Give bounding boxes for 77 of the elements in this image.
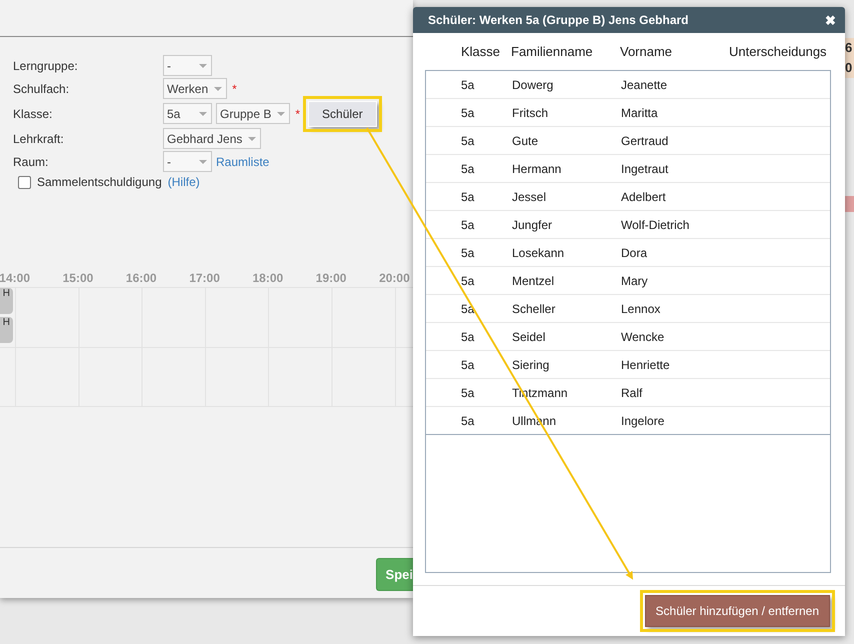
hour-label: 19:00 bbox=[314, 271, 348, 285]
background-text: 6 bbox=[845, 38, 854, 58]
table-cell-text: Fritsch bbox=[512, 106, 549, 120]
caret-icon bbox=[214, 86, 222, 90]
hour-label: 20:00 bbox=[378, 271, 411, 285]
room-list-link[interactable]: Raumliste bbox=[216, 154, 270, 168]
field-label: Schulfach: bbox=[13, 82, 70, 96]
field-label: Raum: bbox=[13, 154, 50, 168]
select-field[interactable]: - bbox=[163, 151, 212, 172]
table-cell-text: Ralf bbox=[621, 386, 644, 400]
table-cell-text: Scheller bbox=[512, 302, 556, 316]
table-cell-text: Wencke bbox=[621, 330, 666, 344]
caret-icon bbox=[199, 160, 207, 164]
select-field[interactable]: - bbox=[163, 55, 212, 76]
table-cell-text: 5a bbox=[460, 78, 476, 92]
field-label: Klasse: bbox=[13, 106, 54, 120]
background-text: 0 bbox=[845, 58, 854, 78]
checkbox-label: Sammelentschuldigung bbox=[37, 175, 162, 189]
table-cell-text: 5a bbox=[460, 330, 476, 344]
select-field[interactable]: 5a bbox=[163, 103, 212, 124]
table-cell-text: Ingelore bbox=[621, 414, 666, 428]
hour-label: 18:00 bbox=[251, 271, 284, 285]
table-cell-text: 5a bbox=[460, 190, 476, 204]
field-label: Lerngruppe: bbox=[13, 58, 79, 72]
table-cell-text: Dowerg bbox=[512, 78, 554, 92]
hour-label: 14:00 bbox=[0, 271, 31, 285]
table-cell-text: Siering bbox=[512, 358, 550, 372]
column-header: Unterscheidungs bbox=[729, 44, 828, 59]
table-cell-text: Mary bbox=[621, 274, 649, 288]
select-field[interactable]: Werken bbox=[163, 78, 228, 99]
table-cell-text: Jessel bbox=[512, 190, 548, 204]
dialog-title: Schüler: Werken 5a (Gruppe B) Jens Gebhard bbox=[428, 13, 689, 27]
select-field[interactable]: Gebhard Jens bbox=[163, 128, 262, 149]
field-label: Lehrkraft: bbox=[13, 132, 65, 146]
caret-icon bbox=[248, 136, 256, 140]
caret-icon bbox=[277, 112, 286, 116]
table-cell-text: Jeanette bbox=[621, 78, 668, 92]
column-header: Klasse bbox=[460, 44, 502, 59]
hour-label: 16:00 bbox=[124, 271, 158, 285]
checkbox[interactable] bbox=[18, 176, 31, 188]
table-cell-text: Jungfer bbox=[512, 218, 554, 232]
calendar-event[interactable]: H bbox=[0, 317, 13, 343]
table-cell-text: Henriette bbox=[621, 358, 671, 372]
table-cell-text: Wolf-Dietrich bbox=[621, 218, 690, 232]
calendar-event[interactable]: H bbox=[0, 288, 13, 314]
table-cell-text: Dora bbox=[621, 246, 648, 260]
table-cell-text: Maritta bbox=[621, 106, 659, 120]
background-event bbox=[845, 196, 854, 212]
table-cell-text: Hermann bbox=[512, 162, 562, 176]
table-cell-text: 5a bbox=[460, 358, 476, 372]
table-cell-text: Gertraud bbox=[621, 134, 670, 148]
hour-label: 17:00 bbox=[188, 271, 221, 285]
required-mark: * bbox=[232, 82, 237, 96]
table-cell-text: Gute bbox=[512, 134, 540, 148]
caret-icon bbox=[199, 64, 207, 68]
table-cell-text: 5a bbox=[460, 274, 476, 288]
table-cell-text: Seidel bbox=[512, 330, 546, 344]
table-cell-text: 5a bbox=[460, 218, 476, 232]
table-cell-text: 5a bbox=[460, 246, 476, 260]
table-cell-text: Adelbert bbox=[621, 190, 667, 204]
help-link[interactable]: (Hilfe) bbox=[168, 175, 200, 189]
caret-icon bbox=[199, 112, 207, 116]
close-button[interactable]: ✖ bbox=[825, 12, 836, 28]
table-cell-text: 5a bbox=[460, 386, 476, 400]
hour-label: 15:00 bbox=[62, 271, 94, 285]
table-cell-text: 5a bbox=[460, 134, 476, 148]
column-header: Familienname bbox=[511, 44, 594, 59]
table-cell-text: Ingetraut bbox=[621, 162, 670, 176]
table-cell-text: 5a bbox=[460, 106, 476, 120]
table-cell-text: 5a bbox=[460, 414, 476, 428]
table-cell-text: 5a bbox=[460, 162, 476, 176]
table-cell-text: Lennox bbox=[621, 302, 662, 316]
select-field[interactable]: Gruppe B bbox=[216, 103, 290, 124]
table-cell-text: Mentzel bbox=[512, 274, 556, 288]
table-cell-text: Losekann bbox=[512, 246, 566, 260]
required-mark: * bbox=[295, 106, 300, 120]
column-header: Vorname bbox=[620, 44, 674, 59]
